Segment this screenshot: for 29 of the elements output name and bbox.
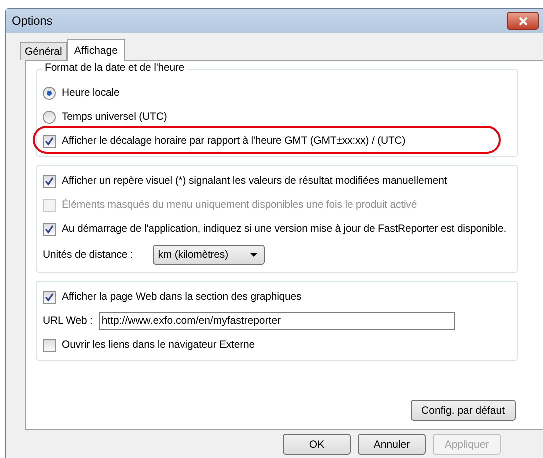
checkbox-label: Ouvrir les liens dans le navigateur Externe [62,339,255,351]
checkbox-label: Afficher un repère visuel (*) signalant les valeurs de résultat modifiées manuellement [62,175,448,187]
radio-label: Temps universel (UTC) [62,111,168,123]
checkbox[interactable] [43,174,56,188]
window-title: Options [12,14,53,28]
checkbox-label: Afficher le décalage horaire par rapport à l'heure GMT (GMT±xx:xx) / (UTC) [62,135,406,147]
distance-dropdown[interactable]: km (kilomètres) [153,245,266,265]
tab[interactable]: Affichage [67,39,125,61]
field-label: URL Web : [43,315,93,327]
radio-button[interactable] [43,110,56,124]
checkbox-label: Au démarrage de l'application, indiquez si une version mise à jour de FastReporter est disponible. [62,223,507,235]
dialog-button[interactable]: Annuler [358,434,426,455]
checkbox[interactable] [43,338,56,352]
checkbox[interactable] [43,290,56,304]
group-title: Format de la date et de l'heure [43,62,187,74]
close-icon [518,16,528,26]
radio-label: Heure locale [62,87,120,99]
default-settings-button[interactable]: Config. par défaut [410,400,516,421]
tab[interactable]: Général [20,42,68,60]
checkbox-label: Éléments masqués du menu uniquement disponibles une fois le produit activé [62,199,418,211]
field-label: Unités de distance : [43,249,134,261]
radio-button[interactable] [43,86,56,100]
checkbox[interactable] [43,222,56,236]
url-field[interactable]: http://www.exfo.com/en/myfastreporter [98,312,455,330]
dropdown-caret-icon [250,253,258,257]
checkbox[interactable] [43,134,56,148]
close-button[interactable] [507,12,539,30]
dialog-button[interactable]: OK [283,434,351,455]
checkbox-label: Afficher la page Web dans la section des graphiques [62,291,302,303]
